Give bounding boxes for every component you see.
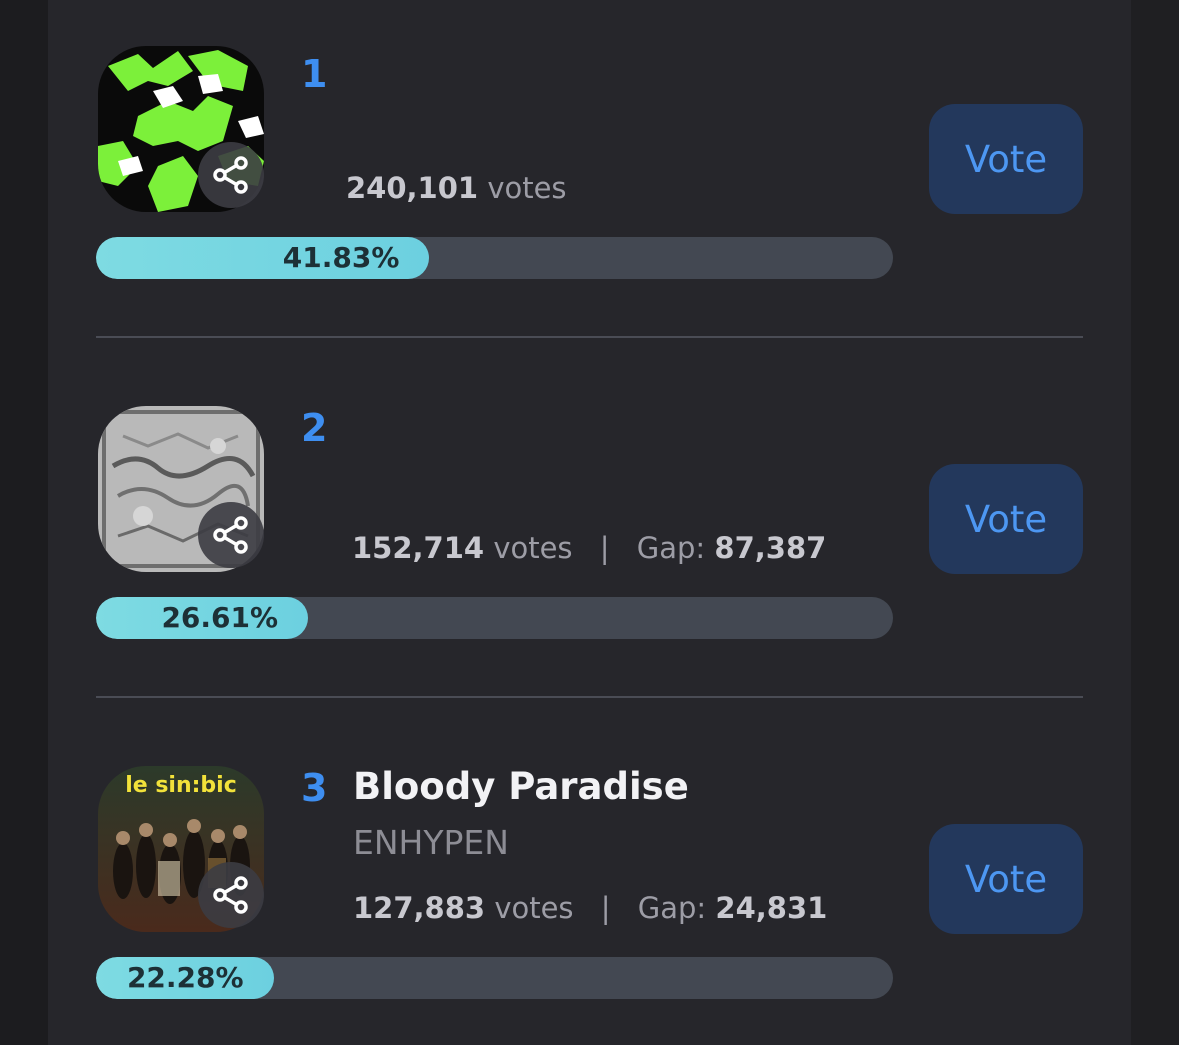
vote-button[interactable]: Vote — [929, 824, 1083, 934]
percent-label: 22.28% — [126, 961, 244, 994]
gap-label: Gap: — [637, 891, 707, 925]
divider — [96, 696, 1083, 698]
rank-number: 2 — [301, 406, 328, 450]
poll-entry-2: 2 152,714 votes | Gap: 87,387 Vote 26.61… — [48, 360, 1131, 660]
vote-count: 240,101 votes — [346, 171, 567, 205]
gap-label: Gap: — [636, 531, 706, 565]
vote-count-value: 152,714 — [352, 531, 485, 565]
percent-bar: 22.28% — [96, 957, 893, 999]
share-button-1[interactable] — [198, 142, 264, 208]
vote-count: 152,714 votes | Gap: 87,387 — [352, 531, 826, 565]
separator: | — [599, 531, 610, 565]
separator: | — [600, 891, 611, 925]
gap-value: 24,831 — [715, 891, 828, 925]
rank-number: 3 — [301, 766, 328, 810]
share-button-2[interactable] — [198, 502, 264, 568]
share-icon — [213, 516, 248, 554]
share-button-3[interactable] — [198, 862, 264, 928]
artist-name: ENHYPEN — [353, 823, 509, 862]
poll-entry-3: le sin:bic 3 Bloody Paradise ENHYPEN 127… — [48, 720, 1131, 1020]
vote-count-unit: votes — [487, 171, 567, 205]
poll-panel: 1 240,101 votes Vote 41.83% 2 152,714 vo… — [48, 0, 1131, 1045]
share-icon — [213, 156, 248, 194]
gap-value: 87,387 — [714, 531, 827, 565]
vote-button[interactable]: Vote — [929, 104, 1083, 214]
percent-label: 41.83% — [282, 241, 400, 274]
percent-bar: 26.61% — [96, 597, 893, 639]
vote-count-unit: votes — [493, 531, 573, 565]
rank-number: 1 — [301, 52, 328, 96]
vote-count: 127,883 votes | Gap: 24,831 — [353, 891, 827, 925]
vote-count-value: 127,883 — [353, 891, 486, 925]
divider — [96, 336, 1083, 338]
screen-edge — [1131, 0, 1179, 1045]
percent-bar: 41.83% — [96, 237, 893, 279]
song-title: Bloody Paradise — [353, 765, 689, 808]
album-cover-text: le sin:bic — [125, 773, 237, 798]
vote-button[interactable]: Vote — [929, 464, 1083, 574]
vote-count-unit: votes — [494, 891, 574, 925]
percent-label: 26.61% — [161, 601, 279, 634]
poll-entry-1: 1 240,101 votes Vote 41.83% — [48, 0, 1131, 300]
share-icon — [213, 876, 248, 914]
vote-count-value: 240,101 — [346, 171, 479, 205]
